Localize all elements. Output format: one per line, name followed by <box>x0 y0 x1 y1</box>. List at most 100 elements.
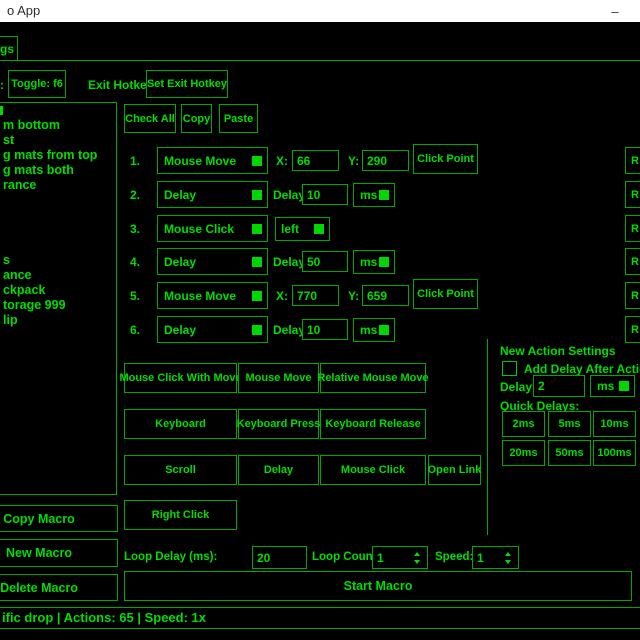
new-macro-button[interactable]: New Macro <box>0 539 118 567</box>
library-mouse-click-button[interactable]: Mouse Click <box>320 455 426 485</box>
macro-list-item[interactable] <box>0 223 116 238</box>
action-type-dropdown[interactable]: Mouse Move <box>157 147 268 174</box>
library-right-click-button[interactable]: Right Click <box>124 500 237 530</box>
new-unit-dropdown[interactable]: ms <box>590 375 635 397</box>
dropdown-indicator-icon <box>379 257 389 267</box>
copy-button[interactable]: Copy <box>181 104 212 133</box>
dropdown-indicator-icon <box>252 224 262 234</box>
macro-list-item[interactable] <box>0 103 116 118</box>
new-delay-input[interactable] <box>533 375 585 397</box>
remove-action-button[interactable]: R <box>625 316 640 343</box>
delay-input[interactable] <box>302 184 348 205</box>
loop-count-spinner[interactable]: 1 <box>372 546 428 569</box>
macro-list-item[interactable]: m bottom <box>0 118 116 133</box>
y-input[interactable] <box>362 150 409 171</box>
action-type-dropdown[interactable]: Delay <box>157 248 268 275</box>
macro-list-item[interactable]: torage 999 <box>0 298 116 313</box>
check-all-button[interactable]: Check All <box>124 104 176 133</box>
unit-value: ms <box>597 379 614 393</box>
macro-list-item[interactable]: rance <box>0 178 116 193</box>
mouse-button-dropdown[interactable]: left <box>275 217 330 241</box>
unit-value: ms <box>360 255 377 269</box>
unit-value: ms <box>360 188 377 202</box>
y-input[interactable] <box>362 285 409 306</box>
macro-listbox[interactable]: m bottom st g mats from top g mats both … <box>0 102 117 495</box>
add-delay-checkbox[interactable] <box>502 361 517 376</box>
quick-delay-5ms-button[interactable]: 5ms <box>548 411 591 437</box>
macro-list-item[interactable]: ckpack <box>0 283 116 298</box>
click-point-button[interactable]: Click Point <box>413 279 478 309</box>
macro-list-item[interactable] <box>0 208 116 223</box>
minimize-button[interactable]: – <box>598 0 632 22</box>
library-scroll-button[interactable]: Scroll <box>124 455 237 485</box>
library-delay-button[interactable]: Delay <box>238 455 319 485</box>
y-label: Y: <box>348 154 359 168</box>
library-mouse-move-button[interactable]: Mouse Move <box>238 363 319 393</box>
action-type-dropdown[interactable]: Mouse Click <box>157 215 268 242</box>
paste-button[interactable]: Paste <box>219 104 258 133</box>
x-input[interactable] <box>292 285 339 306</box>
quick-delay-10ms-button[interactable]: 10ms <box>593 411 636 437</box>
mouse-button-value: left <box>281 222 299 236</box>
unit-value: ms <box>360 323 377 337</box>
action-type-value: Mouse Move <box>164 154 236 168</box>
delay-input[interactable] <box>302 251 348 272</box>
library-relative-mouse-move-button[interactable]: Relative Mouse Move <box>320 363 426 393</box>
remove-action-button[interactable]: R <box>625 248 640 275</box>
quick-delay-100ms-button[interactable]: 100ms <box>593 440 636 466</box>
action-index: 1. <box>130 154 140 168</box>
tab-settings[interactable]: gs <box>0 36 18 61</box>
action-type-dropdown[interactable]: Delay <box>157 181 268 208</box>
speed-spinner[interactable]: 1 <box>472 546 519 569</box>
macro-list-item[interactable]: g mats from top <box>0 148 116 163</box>
start-macro-button[interactable]: Start Macro <box>124 571 632 601</box>
dropdown-indicator-icon <box>619 381 629 391</box>
macro-list-item[interactable]: lip <box>0 313 116 328</box>
remove-action-button[interactable]: R <box>625 215 640 242</box>
macro-list-item[interactable] <box>0 238 116 253</box>
action-type-dropdown[interactable]: Mouse Move <box>157 282 268 309</box>
library-keyboard-release-button[interactable]: Keyboard Release <box>320 409 426 439</box>
library-mouse-click-with-move-button[interactable]: Mouse Click With Move <box>124 363 237 393</box>
vertical-divider <box>487 339 488 535</box>
loop-delay-input[interactable] <box>252 546 307 569</box>
macro-list-item[interactable]: ance <box>0 268 116 283</box>
delay-input[interactable] <box>302 319 348 340</box>
unit-dropdown[interactable]: ms <box>353 250 395 274</box>
spinner-arrows-icon[interactable] <box>505 552 512 564</box>
remove-action-button[interactable]: R <box>625 147 640 174</box>
loop-count-value: 1 <box>377 551 384 565</box>
unit-dropdown[interactable]: ms <box>353 318 395 342</box>
library-open-link-button[interactable]: Open Link <box>428 455 481 485</box>
unit-dropdown[interactable]: ms <box>353 183 395 207</box>
x-input[interactable] <box>292 150 339 171</box>
copy-macro-button[interactable]: Copy Macro <box>0 505 118 532</box>
action-type-dropdown[interactable]: Delay <box>157 316 268 343</box>
macro-list-item[interactable]: s <box>0 253 116 268</box>
quick-delay-2ms-button[interactable]: 2ms <box>502 411 545 437</box>
spinner-arrows-icon[interactable] <box>414 552 421 564</box>
new-delay-label: Delay: <box>500 380 536 394</box>
new-action-settings-title: New Action Settings <box>500 344 616 358</box>
dropdown-indicator-icon <box>252 156 262 166</box>
delete-macro-button[interactable]: Delete Macro <box>0 574 118 601</box>
macro-list-item[interactable]: g mats both <box>0 163 116 178</box>
quick-delay-50ms-button[interactable]: 50ms <box>548 440 591 466</box>
dropdown-indicator-icon <box>252 190 262 200</box>
x-label: X: <box>276 154 288 168</box>
remove-action-button[interactable]: R <box>625 181 640 208</box>
library-keyboard-press-button[interactable]: Keyboard Press <box>238 409 319 439</box>
dropdown-indicator-icon <box>252 291 262 301</box>
library-keyboard-button[interactable]: Keyboard <box>124 409 237 439</box>
status-bar: ific drop | Actions: 65 | Speed: 1x <box>0 607 640 629</box>
remove-action-button[interactable]: R <box>625 282 640 309</box>
click-point-button[interactable]: Click Point <box>413 144 478 174</box>
set-exit-hotkey-button[interactable]: Set Exit Hotkey <box>146 70 228 98</box>
macro-list-item[interactable] <box>0 193 116 208</box>
toggle-hotkey-button[interactable]: Toggle: f6 <box>8 70 66 98</box>
macro-list-item[interactable]: st <box>0 133 116 148</box>
quick-delay-20ms-button[interactable]: 20ms <box>502 440 545 466</box>
action-type-value: Mouse Click <box>164 222 234 236</box>
clipped-list-text-fragment <box>0 106 3 115</box>
tab-strip-line <box>0 60 640 61</box>
